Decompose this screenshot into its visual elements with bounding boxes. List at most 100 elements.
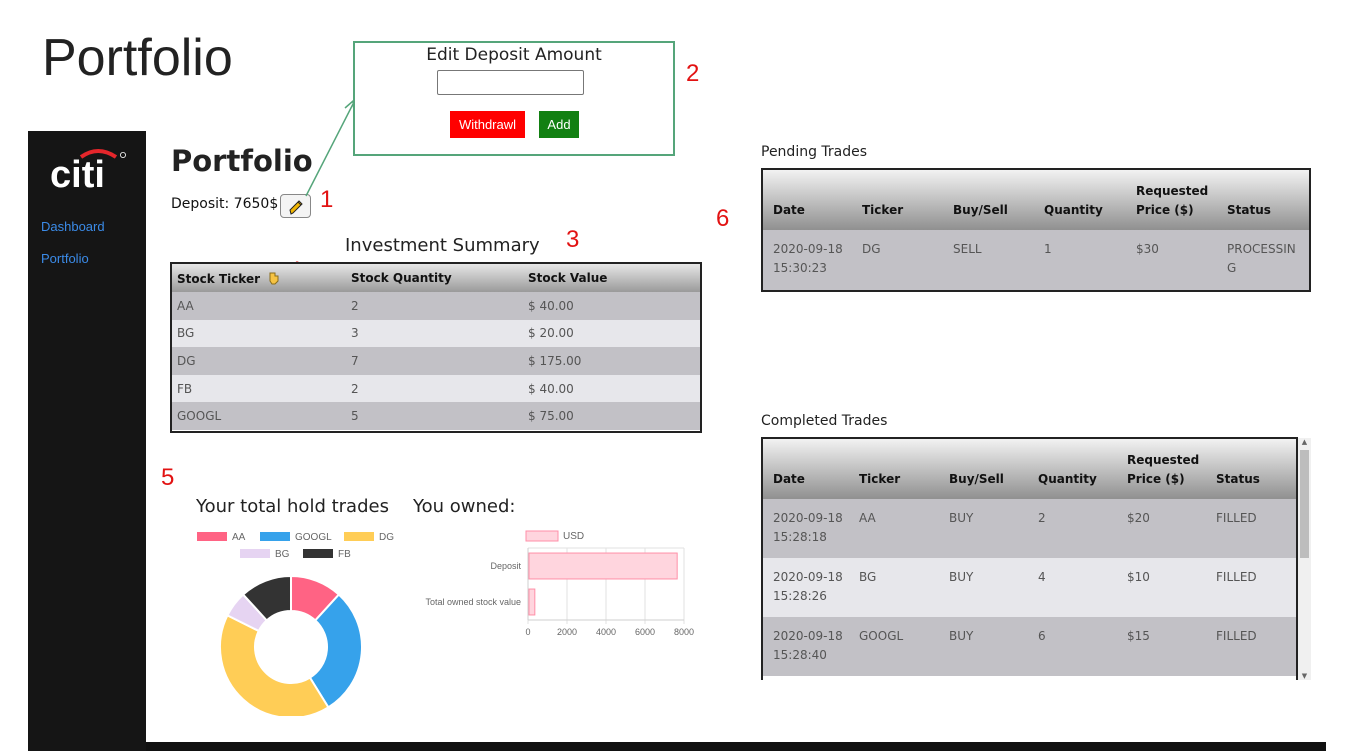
cell-quantity: 7: [346, 347, 523, 375]
cell-ticker: BG: [172, 319, 346, 348]
table-row: FB 2 $ 40.00: [172, 374, 700, 403]
legend-swatch: [344, 532, 374, 541]
pending-trades-table: Date Ticker Buy/Sell Quantity Requested …: [761, 168, 1311, 292]
cell-quantity: 4: [1028, 558, 1117, 617]
cell-status: PROCESSING: [1217, 230, 1309, 290]
column-header-ticker[interactable]: Ticker: [852, 170, 943, 230]
cell-price: $10: [1117, 558, 1206, 617]
cell-quantity: 3: [346, 319, 523, 348]
cell-ticker: FB: [172, 374, 346, 403]
legend-label: DG: [379, 532, 394, 543]
donut-chart-title: Your total hold trades: [196, 496, 389, 517]
cell-ticker: AA: [849, 499, 939, 558]
annotation-5: 5: [161, 464, 175, 491]
column-header-requested-price[interactable]: Requested Price ($): [1126, 170, 1217, 230]
cell-ticker: GOOGL: [172, 402, 346, 430]
cell-date: 2020-09-18 15:28:18: [763, 499, 849, 558]
table-row: 2020-09-18 15:28:40 GOOGL BUY 6 $15 FILL…: [763, 617, 1296, 676]
cell-date: 2020-09-18 15:28:26: [763, 558, 849, 617]
column-header-stock-quantity[interactable]: Stock Quantity: [346, 264, 523, 292]
completed-trades-title: Completed Trades: [761, 413, 888, 429]
slide-title: Portfolio: [42, 29, 233, 87]
x-tick-label: 4000: [596, 627, 616, 637]
cell-quantity: 6: [1028, 617, 1117, 676]
cell-ticker: DG: [852, 230, 943, 290]
cell-price: $30: [1126, 230, 1217, 290]
legend-label: USD: [563, 531, 584, 542]
cell-side: BUY: [939, 617, 1028, 676]
cell-ticker: BG: [849, 558, 939, 617]
cell-value: $ 40.00: [523, 292, 700, 320]
scroll-up-icon[interactable]: ▲: [1298, 438, 1311, 446]
column-header-date[interactable]: Date: [763, 170, 852, 230]
sidebar-item-dashboard[interactable]: Dashboard: [41, 219, 105, 234]
x-tick-label: 8000: [674, 627, 694, 637]
svg-text:citi: citi: [50, 154, 105, 191]
column-header-label: Stock Ticker: [177, 271, 261, 286]
bar-chart-title: You owned:: [413, 496, 516, 517]
column-header-date[interactable]: Date: [763, 439, 849, 499]
column-header-quantity[interactable]: Quantity: [1034, 170, 1126, 230]
x-tick-label: 2000: [557, 627, 577, 637]
column-header-status[interactable]: Status: [1206, 439, 1296, 499]
edit-deposit-popup: Edit Deposit Amount Withdrawl Add: [353, 41, 675, 156]
pointing-hand-icon: [269, 272, 279, 284]
column-header-buy-sell[interactable]: Buy/Sell: [943, 170, 1034, 230]
cell-date: 2020-09-18 15:30:23: [763, 230, 852, 290]
legend-swatch: [197, 532, 227, 541]
scroll-down-icon[interactable]: ▼: [1298, 672, 1311, 680]
investment-summary-title: Investment Summary: [345, 235, 540, 256]
legend-swatch: [260, 532, 290, 541]
cell-quantity: 2: [1028, 499, 1117, 558]
bar-deposit: [528, 552, 678, 580]
cell-status: FILLED: [1206, 499, 1296, 558]
cell-ticker: GOOGL: [849, 617, 939, 676]
x-tick-label: 6000: [635, 627, 655, 637]
cell-date: 2020-09-18 15:28:40: [763, 617, 849, 676]
cell-ticker: AA: [172, 292, 346, 320]
bar-total-owned: [528, 588, 536, 616]
cell-status: FILLED: [1206, 558, 1296, 617]
bottom-bar: [146, 742, 1326, 751]
edit-deposit-button[interactable]: [280, 194, 311, 218]
completed-trades-table: Date Ticker Buy/Sell Quantity Requested …: [761, 437, 1298, 680]
column-header-requested-price[interactable]: Requested Price ($): [1117, 439, 1206, 499]
pencil-icon: [288, 200, 303, 215]
sidebar: citi Dashboard Portfolio: [28, 131, 146, 751]
deposit-amount-input[interactable]: [437, 70, 584, 95]
cell-quantity: 1: [1034, 230, 1126, 290]
legend-label: AA: [232, 532, 246, 543]
popup-title: Edit Deposit Amount: [426, 45, 602, 65]
completed-trades-scrollbar[interactable]: ▲ ▼: [1298, 438, 1311, 680]
cell-side: SELL: [943, 230, 1034, 290]
cell-value: $ 20.00: [523, 319, 700, 348]
column-header-stock-value[interactable]: Stock Value: [523, 264, 700, 292]
column-header-ticker[interactable]: Ticker: [849, 439, 939, 499]
legend-label: FB: [338, 549, 351, 560]
y-tick-label: Deposit: [490, 561, 521, 571]
annotation-6: 6: [716, 205, 730, 232]
sidebar-item-portfolio[interactable]: Portfolio: [41, 251, 89, 266]
table-row: 2020-09-18 15:28:18 AA BUY 2 $20 FILLED: [763, 499, 1296, 558]
cell-value: $ 75.00: [523, 402, 700, 430]
add-button[interactable]: Add: [539, 111, 579, 138]
column-header-buy-sell[interactable]: Buy/Sell: [939, 439, 1028, 499]
column-header-stock-ticker[interactable]: Stock Ticker: [172, 264, 346, 292]
table-row: AA 2 $ 40.00: [172, 292, 700, 320]
annotation-1: 1: [320, 186, 334, 213]
cell-value: $ 175.00: [523, 347, 700, 375]
scroll-thumb[interactable]: [1300, 450, 1309, 558]
withdraw-button[interactable]: Withdrawl: [450, 111, 525, 138]
deposit-label: Deposit: 7650$: [171, 196, 279, 212]
legend-label: GOOGL: [295, 532, 332, 543]
cell-quantity: 5: [346, 402, 523, 430]
bar-chart: USD 0 2000 4000 6000 8000 Deposit Total owned s…: [425, 530, 694, 637]
column-header-quantity[interactable]: Quantity: [1028, 439, 1117, 499]
legend-swatch: [525, 530, 559, 542]
table-row: BG 3 $ 20.00: [172, 319, 700, 348]
cell-value: $ 40.00: [523, 374, 700, 403]
column-header-status[interactable]: Status: [1217, 170, 1309, 230]
page-title: Portfolio: [171, 144, 313, 178]
table-row: 2020-09-18 15:30:23 DG SELL 1 $30 PROCES…: [763, 230, 1309, 290]
legend-swatch: [240, 549, 270, 558]
